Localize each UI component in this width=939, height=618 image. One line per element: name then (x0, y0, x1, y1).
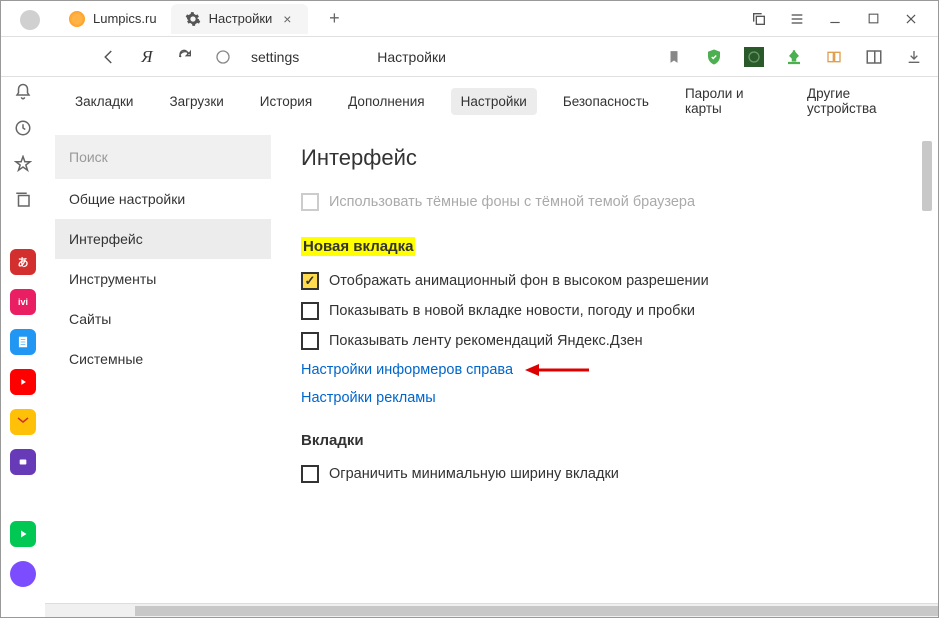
reader-icon[interactable] (824, 47, 844, 67)
section-newtab-title: Новая вкладка (301, 237, 415, 256)
navtab-security[interactable]: Безопасность (553, 88, 659, 115)
checkbox-icon (301, 193, 319, 211)
option-dark-bg: Использовать тёмные фоны с тёмной темой … (301, 187, 898, 217)
app-purple-icon[interactable] (10, 449, 36, 475)
minimize-icon[interactable] (826, 10, 844, 28)
app-translate-icon[interactable]: あ (10, 249, 36, 275)
reload-button[interactable] (175, 47, 195, 67)
maximize-icon[interactable] (864, 10, 882, 28)
app-youtube-icon[interactable] (10, 369, 36, 395)
link-informers[interactable]: Настройки информеров справа (301, 356, 898, 384)
checkbox-icon[interactable] (301, 332, 319, 350)
close-window-icon[interactable] (902, 10, 920, 28)
sidebar-item-system[interactable]: Системные (55, 339, 271, 379)
tab-settings[interactable]: Настройки × (171, 4, 309, 34)
arrow-annotation-icon (525, 363, 589, 377)
link-ads[interactable]: Настройки рекламы (301, 384, 898, 412)
site-info-icon[interactable] (213, 47, 233, 67)
collections-icon[interactable] (12, 189, 34, 211)
tab-title: Настройки (209, 11, 273, 26)
option-anim-bg[interactable]: Отображать анимационный фон в высоком ра… (301, 266, 898, 296)
navtab-passwords[interactable]: Пароли и карты (675, 80, 781, 122)
option-label: Показывать в новой вкладке новости, пого… (329, 303, 695, 319)
extension-icon[interactable] (744, 47, 764, 67)
download-arrow-icon[interactable] (784, 47, 804, 67)
app-mail-icon[interactable] (10, 409, 36, 435)
gear-icon (185, 11, 201, 27)
sidebar-item-sites[interactable]: Сайты (55, 299, 271, 339)
panel-title: Интерфейс (285, 135, 914, 187)
sidebar-item-general[interactable]: Общие настройки (55, 179, 271, 219)
option-zen[interactable]: Показывать ленту рекомендаций Яндекс.Дзе… (301, 326, 898, 356)
search-placeholder: Поиск (69, 149, 108, 165)
navtab-bookmarks[interactable]: Закладки (65, 88, 143, 115)
address-path[interactable]: settings (251, 49, 299, 65)
navtab-settings[interactable]: Настройки (451, 88, 537, 115)
link-label: Настройки информеров справа (301, 362, 513, 378)
address-title: Настройки (377, 49, 446, 65)
option-label: Ограничить минимальную ширину вкладки (329, 466, 619, 482)
history-icon[interactable] (12, 117, 34, 139)
back-button[interactable] (99, 47, 119, 67)
bell-icon[interactable] (12, 81, 34, 103)
navtab-history[interactable]: История (250, 88, 322, 115)
option-label: Отображать анимационный фон в высоком ра… (329, 273, 709, 289)
downloads-icon[interactable] (904, 47, 924, 67)
navtab-addons[interactable]: Дополнения (338, 88, 434, 115)
link-label: Настройки рекламы (301, 390, 436, 406)
navtab-devices[interactable]: Другие устройства (797, 80, 918, 122)
app-ivi-icon[interactable]: ivi (10, 289, 36, 315)
vertical-scrollbar[interactable] (922, 141, 932, 211)
option-label: Показывать ленту рекомендаций Яндекс.Дзе… (329, 333, 643, 349)
checkbox-icon[interactable] (301, 272, 319, 290)
yandex-logo-icon[interactable]: Я (137, 47, 157, 67)
sidebar-toggle-icon[interactable] (864, 47, 884, 67)
horizontal-scrollbar[interactable] (45, 603, 938, 617)
menu-icon[interactable] (788, 10, 806, 28)
checkbox-icon[interactable] (301, 302, 319, 320)
section-tabs-title: Вкладки (301, 432, 364, 449)
checkbox-icon[interactable] (301, 465, 319, 483)
copy-icon[interactable] (750, 10, 768, 28)
navtab-downloads[interactable]: Загрузки (159, 88, 233, 115)
app-play-icon[interactable] (10, 521, 36, 547)
new-tab-button[interactable]: + (322, 7, 346, 31)
search-input[interactable]: Поиск (55, 135, 271, 179)
option-label: Использовать тёмные фоны с тёмной темой … (329, 194, 695, 210)
sidebar-item-tools[interactable]: Инструменты (55, 259, 271, 299)
star-icon[interactable] (12, 153, 34, 175)
tab-lumpics[interactable]: Lumpics.ru (55, 4, 171, 34)
shield-icon[interactable] (704, 47, 724, 67)
sidebar-item-interface[interactable]: Интерфейс (55, 219, 271, 259)
close-icon[interactable]: × (280, 12, 294, 26)
option-min-width[interactable]: Ограничить минимальную ширину вкладки (301, 459, 898, 489)
orange-icon (69, 11, 85, 27)
bookmark-icon[interactable] (664, 47, 684, 67)
app-alice-icon[interactable] (10, 561, 36, 587)
app-docs-icon[interactable] (10, 329, 36, 355)
tab-title: Lumpics.ru (93, 11, 157, 26)
option-news[interactable]: Показывать в новой вкладке новости, пого… (301, 296, 898, 326)
profile-avatar[interactable] (20, 10, 40, 30)
